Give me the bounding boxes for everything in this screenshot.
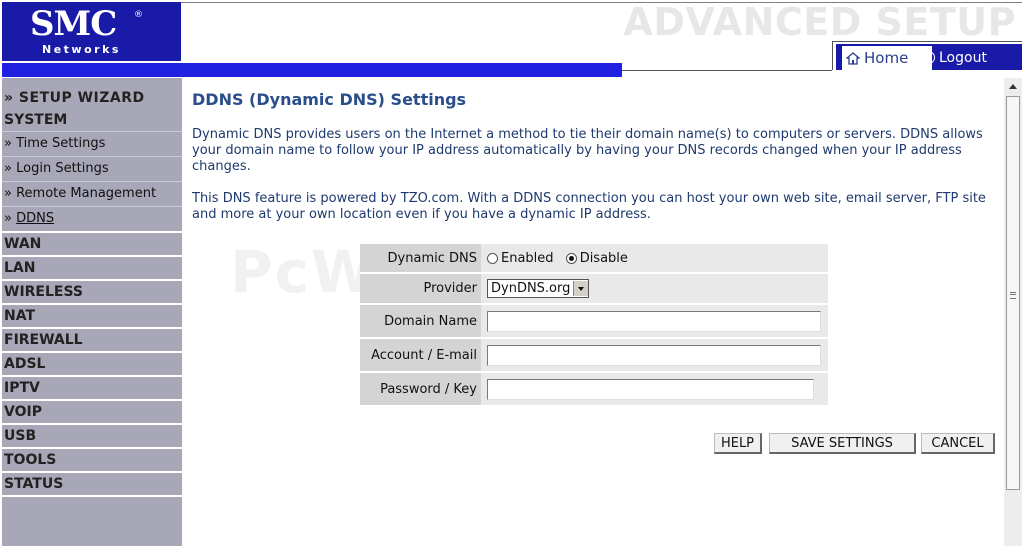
provider-label: Provider: [360, 273, 481, 304]
provider-select-value: DynDNS.org: [491, 281, 571, 296]
sidebar-item-wan[interactable]: WAN: [2, 233, 182, 257]
enabled-radio-label: Enabled: [501, 250, 554, 266]
sidebar-item-usb[interactable]: USB: [2, 425, 182, 449]
account-email-label: Account / E-mail: [360, 338, 481, 372]
logout-link[interactable]: Logout: [922, 46, 1022, 70]
sidebar-item-adsl[interactable]: ADSL: [2, 353, 182, 377]
account-email-input[interactable]: [487, 344, 821, 366]
vertical-scrollbar[interactable]: [1004, 78, 1022, 546]
provider-select[interactable]: DynDNS.org: [487, 279, 590, 298]
password-key-input[interactable]: [487, 378, 814, 400]
sidebar-bullet: »: [4, 211, 12, 226]
domain-name-input[interactable]: [487, 310, 821, 332]
chevron-down-icon: [573, 281, 589, 296]
smc-logo: SMC ® Networks: [2, 2, 181, 61]
disable-radio[interactable]: [565, 252, 577, 264]
scroll-up-icon[interactable]: [1006, 80, 1020, 94]
save-settings-button[interactable]: SAVE SETTINGS: [769, 433, 916, 454]
sidebar-bullet: »: [4, 186, 12, 201]
enabled-radio[interactable]: [487, 252, 498, 264]
tzo-paragraph: This DNS feature is powered by TZO.com. …: [192, 191, 986, 222]
logout-label: Logout: [939, 50, 987, 66]
cancel-button[interactable]: CANCEL: [921, 433, 995, 454]
logo-subtext: Networks: [42, 43, 121, 56]
main-content: PcWintech.com DDNS (Dynamic DNS) Setting…: [182, 78, 1004, 546]
logo-text: SMC: [30, 4, 117, 44]
sidebar-item-label: DDNS: [16, 211, 55, 226]
disable-radio-label: Disable: [579, 250, 628, 266]
sidebar-item-wireless[interactable]: WIRELESS: [2, 281, 182, 305]
domain-name-label: Domain Name: [360, 304, 481, 338]
sidebar-item-setup-wizard[interactable]: » SETUP WIZARD: [2, 87, 182, 109]
sidebar-bullet: »: [4, 161, 12, 176]
grip-icon: [1010, 292, 1016, 299]
sidebar-bullet: »: [4, 136, 12, 151]
sidebar-item-iptv[interactable]: IPTV: [2, 377, 182, 401]
home-link[interactable]: Home: [842, 46, 932, 70]
sidebar-item-status[interactable]: STATUS: [2, 473, 182, 497]
sidebar-item-login-settings[interactable]: » Login Settings: [2, 156, 182, 181]
sidebar-item-label: Remote Management: [16, 186, 157, 201]
ddns-form: Dynamic DNS Enabled Disable Provider Dyn…: [360, 244, 828, 407]
dynamic-dns-label: Dynamic DNS: [360, 244, 481, 273]
home-label: Home: [864, 49, 909, 67]
sidebar-item-firewall[interactable]: FIREWALL: [2, 329, 182, 353]
sidebar-item-ddns[interactable]: » DDNS: [2, 206, 182, 233]
header-divider: [622, 70, 832, 71]
logo-registered-mark: ®: [134, 10, 143, 20]
scroll-thumb[interactable]: [1006, 96, 1020, 490]
sidebar-item-tools[interactable]: TOOLS: [2, 449, 182, 473]
password-key-label: Password / Key: [360, 372, 481, 406]
help-button[interactable]: HELP: [714, 433, 762, 454]
top-nav: Home Logout: [836, 44, 1022, 70]
home-icon: [846, 52, 860, 65]
page-title: DDNS (Dynamic DNS) Settings: [192, 90, 467, 109]
sidebar-item-label: Time Settings: [16, 136, 106, 151]
sidebar-item-voip[interactable]: VOIP: [2, 401, 182, 425]
sidebar-item-system[interactable]: SYSTEM: [2, 109, 182, 131]
sidebar-item-lan[interactable]: LAN: [2, 257, 182, 281]
sidebar-item-nat[interactable]: NAT: [2, 305, 182, 329]
logout-icon: [922, 50, 935, 64]
header-accent-bar: [2, 63, 622, 77]
sidebar-item-label: Login Settings: [16, 161, 109, 176]
sidebar-item-time-settings[interactable]: » Time Settings: [2, 131, 182, 156]
description-paragraph: Dynamic DNS provides users on the Intern…: [192, 127, 983, 174]
page-section-title: ADVANCED SETUP: [623, 0, 1016, 44]
sidebar-item-remote-management[interactable]: » Remote Management: [2, 181, 182, 206]
sidebar: » SETUP WIZARD SYSTEM » Time Settings » …: [2, 78, 182, 546]
